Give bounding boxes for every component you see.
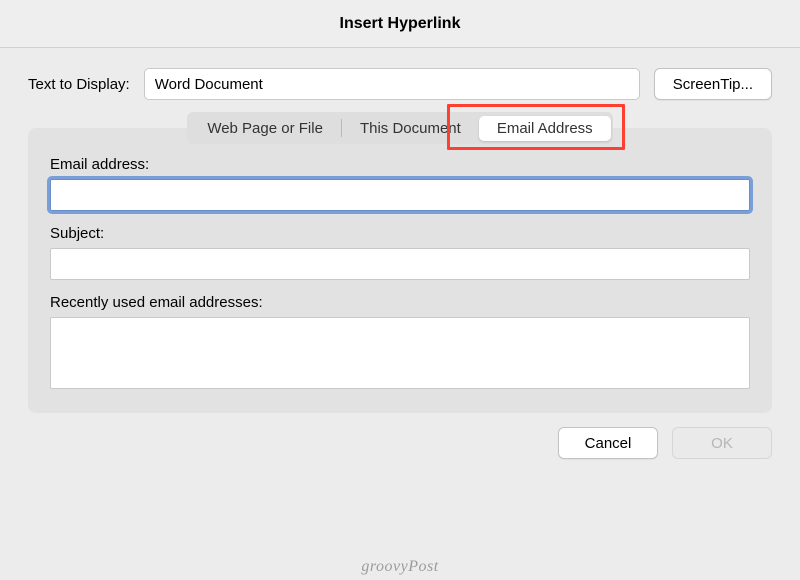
email-address-label: Email address:	[50, 156, 750, 173]
tab-segmented-control: Web Page or File This Document Email Add…	[187, 112, 612, 144]
text-to-display-label: Text to Display:	[28, 76, 130, 93]
recent-addresses-list[interactable]	[50, 317, 750, 389]
text-to-display-input[interactable]	[144, 68, 640, 100]
tabs-row: Web Page or File This Document Email Add…	[28, 112, 772, 144]
email-address-input[interactable]	[50, 179, 750, 211]
subject-field-row: Subject:	[50, 225, 750, 280]
tab-this-document[interactable]: This Document	[342, 116, 479, 141]
tab-web-page-or-file[interactable]: Web Page or File	[189, 116, 341, 141]
recent-addresses-label: Recently used email addresses:	[50, 294, 750, 311]
email-field-row: Email address:	[50, 156, 750, 211]
ok-button: OK	[672, 427, 772, 459]
dialog-title: Insert Hyperlink	[0, 0, 800, 48]
watermark-text: groovyPost	[361, 558, 438, 576]
display-row: Text to Display: ScreenTip...	[0, 48, 800, 112]
subject-label: Subject:	[50, 225, 750, 242]
tab-email-address[interactable]: Email Address	[479, 116, 611, 141]
cancel-button[interactable]: Cancel	[558, 427, 658, 459]
form-panel: Email address: Subject: Recently used em…	[28, 128, 772, 413]
subject-input[interactable]	[50, 248, 750, 280]
dialog-buttons-row: Cancel OK	[0, 413, 800, 459]
screentip-button[interactable]: ScreenTip...	[654, 68, 772, 100]
recent-field-row: Recently used email addresses:	[50, 294, 750, 389]
